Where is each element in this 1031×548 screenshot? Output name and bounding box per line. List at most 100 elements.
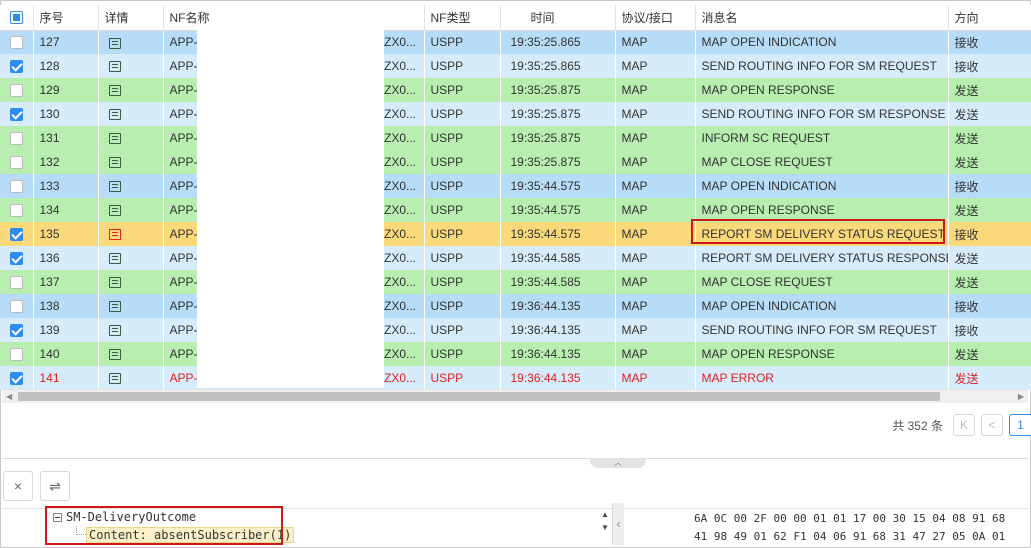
detail-icon[interactable] — [108, 109, 121, 121]
row-detail[interactable] — [98, 54, 164, 78]
detail-icon[interactable] — [108, 253, 121, 265]
row-checkbox[interactable] — [0, 318, 34, 342]
table-row[interactable]: 131 APP- ZX0... USPP 19:35:25.875 MAP INFORM S… — [0, 126, 1031, 150]
row-checkbox[interactable] — [0, 294, 34, 318]
prev-page-button[interactable]: < — [981, 414, 1003, 436]
checkbox-icon[interactable] — [9, 348, 23, 362]
checkbox-icon[interactable] — [9, 228, 23, 242]
swap-button[interactable]: ⇌ — [40, 471, 70, 501]
detail-icon[interactable] — [108, 349, 121, 361]
row-detail[interactable] — [98, 102, 164, 126]
checkbox-icon[interactable] — [9, 156, 23, 170]
checkbox-icon[interactable] — [9, 372, 23, 386]
col-header-no[interactable]: 序号 — [33, 5, 99, 31]
col-header-protocol[interactable]: 协议/接口 — [615, 5, 696, 31]
first-page-button[interactable]: K — [953, 414, 975, 436]
detail-icon[interactable] — [108, 61, 121, 73]
row-detail[interactable] — [98, 198, 164, 222]
row-checkbox[interactable] — [0, 342, 34, 366]
detail-icon[interactable] — [108, 205, 121, 217]
col-header-detail[interactable]: 详情 — [98, 5, 164, 31]
detail-icon[interactable] — [108, 325, 121, 337]
table-row[interactable]: 128 APP- ZX0... USPP 19:35:25.865 MAP SEND ROU… — [0, 54, 1031, 78]
row-detail[interactable] — [98, 318, 164, 342]
row-detail[interactable] — [98, 270, 164, 294]
detail-icon[interactable] — [108, 277, 121, 289]
row-checkbox[interactable] — [0, 246, 34, 270]
checkbox-icon[interactable] — [9, 276, 23, 290]
collapse-toggle-icon[interactable]: ︿ — [590, 458, 646, 468]
row-detail[interactable] — [98, 30, 164, 54]
scroll-up-icon[interactable]: ▲ — [598, 509, 612, 520]
table-row[interactable]: 132 APP- ZX0... USPP 19:35:25.875 MAP MAP CLOS… — [0, 150, 1031, 174]
scroll-thumb[interactable] — [18, 392, 940, 401]
row-detail[interactable] — [98, 246, 164, 270]
col-header-direction[interactable]: 方向 — [948, 5, 1031, 31]
col-header-time[interactable]: 时间 — [500, 5, 616, 31]
row-checkbox[interactable] — [0, 150, 34, 174]
row-detail[interactable] — [98, 126, 164, 150]
detail-icon[interactable] — [108, 133, 121, 145]
row-detail[interactable] — [98, 222, 164, 246]
horizontal-scrollbar[interactable]: ◀ ▶ — [2, 389, 1028, 403]
row-detail[interactable] — [98, 174, 164, 198]
row-direction: 接收 — [948, 54, 1031, 78]
checkbox-icon[interactable] — [9, 132, 23, 146]
select-all-checkbox[interactable] — [0, 5, 34, 31]
checkbox-icon[interactable] — [9, 324, 23, 338]
checkbox-icon[interactable] — [9, 180, 23, 194]
detail-icon[interactable] — [108, 157, 121, 169]
checkbox-icon[interactable] — [9, 252, 23, 266]
row-checkbox[interactable] — [0, 102, 34, 126]
row-checkbox[interactable] — [0, 222, 34, 246]
row-checkbox[interactable] — [0, 366, 34, 390]
detail-icon[interactable] — [108, 85, 121, 97]
col-header-nf-type[interactable]: NF类型 — [424, 5, 501, 31]
row-protocol: MAP — [615, 246, 696, 270]
row-detail[interactable] — [98, 150, 164, 174]
row-checkbox[interactable] — [0, 126, 34, 150]
row-detail[interactable] — [98, 342, 164, 366]
table-row[interactable]: 136 APP- ZX0... USPP 19:35:44.585 MAP REPORT S… — [0, 246, 1031, 270]
detail-icon[interactable] — [108, 181, 121, 193]
checkbox-icon[interactable] — [9, 36, 23, 50]
table-row[interactable]: 137 APP- ZX0... USPP 19:35:44.585 MAP MAP CLOS… — [0, 270, 1031, 294]
table-row[interactable]: 133 APP- ZX0... USPP 19:35:44.575 MAP MAP OPEN… — [0, 174, 1031, 198]
checkbox-icon[interactable] — [9, 300, 23, 314]
table-row[interactable]: 127 APP- ZX0... USPP 19:35:25.865 MAP MAP OPEN… — [0, 30, 1031, 54]
row-checkbox[interactable] — [0, 78, 34, 102]
table-row[interactable]: 130 APP- ZX0... USPP 19:35:25.875 MAP SEND ROU… — [0, 102, 1031, 126]
row-checkbox[interactable] — [0, 198, 34, 222]
scroll-left-icon[interactable]: ◀ — [6, 392, 12, 401]
checkbox-icon[interactable] — [9, 204, 23, 218]
row-detail[interactable] — [98, 366, 164, 390]
row-time: 19:36:44.135 — [500, 318, 616, 342]
checkbox-icon[interactable] — [9, 108, 23, 122]
row-detail[interactable] — [98, 78, 164, 102]
scroll-down-icon[interactable]: ▼ — [598, 522, 612, 533]
col-header-message[interactable]: 消息名 — [695, 5, 949, 31]
checkbox-icon[interactable] — [9, 60, 23, 74]
close-button[interactable]: × — [3, 471, 33, 501]
splitter-chevron-left-icon[interactable]: ‹ — [612, 503, 624, 545]
col-header-nf-name[interactable]: NF名称 — [163, 5, 425, 31]
row-detail[interactable] — [98, 294, 164, 318]
table-row[interactable]: 139 APP- ZX0... USPP 19:36:44.135 MAP SEND ROU… — [0, 318, 1031, 342]
detail-icon[interactable] — [108, 229, 121, 241]
row-checkbox[interactable] — [0, 30, 34, 54]
row-checkbox[interactable] — [0, 270, 34, 294]
scroll-right-icon[interactable]: ▶ — [1018, 392, 1024, 401]
tree-vertical-scrollbar[interactable]: ▲ ▼ — [598, 509, 612, 543]
row-checkbox[interactable] — [0, 174, 34, 198]
detail-icon[interactable] — [108, 301, 121, 313]
table-row[interactable]: 141 APP- ZX0... USPP 19:36:44.135 MAP MAP ERRO… — [0, 366, 1031, 390]
detail-icon[interactable] — [108, 37, 121, 49]
checkbox-icon[interactable] — [9, 84, 23, 98]
row-no: 137 — [33, 270, 99, 294]
detail-icon[interactable] — [108, 373, 121, 385]
page-1-button[interactable]: 1 — [1009, 414, 1031, 436]
table-row[interactable]: 138 APP- ZX0... USPP 19:36:44.135 MAP MAP OPEN… — [0, 294, 1031, 318]
table-row[interactable]: 129 APP- ZX0... USPP 19:35:25.875 MAP MAP OPEN… — [0, 78, 1031, 102]
row-checkbox[interactable] — [0, 54, 34, 78]
table-row[interactable]: 140 APP- ZX0... USPP 19:36:44.135 MAP MAP OPEN… — [0, 342, 1031, 366]
